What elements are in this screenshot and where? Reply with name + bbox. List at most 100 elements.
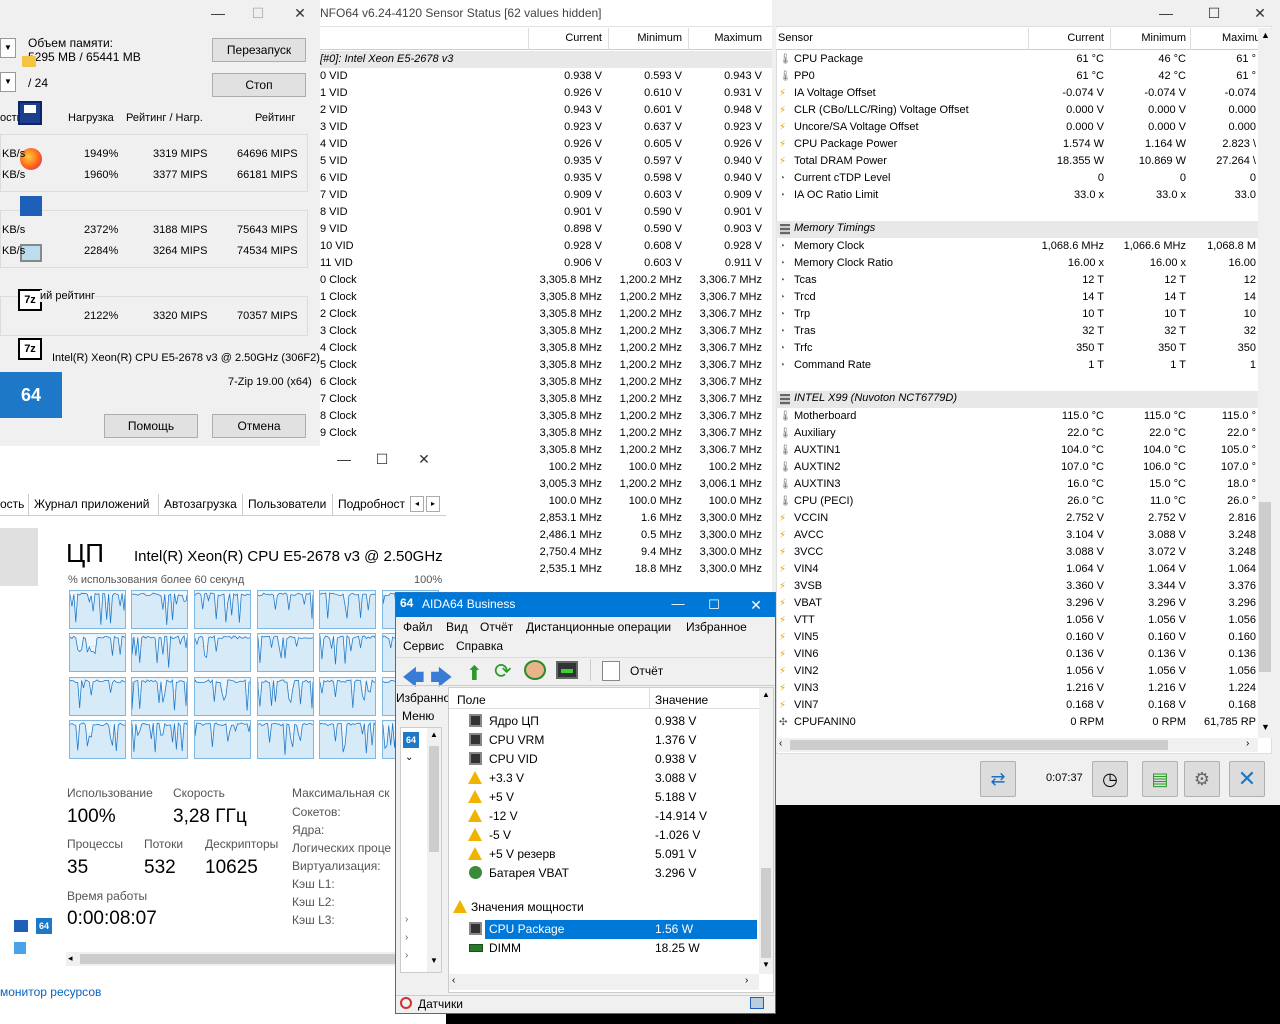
sensor-row[interactable]: 8 VID 0.901 V 0.590 V 0.901 V xyxy=(318,204,773,221)
sensor-row[interactable]: ⚡ VIN3 1.216 V 1.216 V 1.224 xyxy=(776,680,1258,697)
menu-favorites[interactable]: Избранное xyxy=(686,620,747,634)
close-button-tm[interactable]: ✕ xyxy=(402,446,446,472)
sensor-row[interactable]: ⚡ Total DRAM Power 18.355 W 10.869 W 27.264 … xyxy=(776,153,1258,170)
aida-taskbar-icon[interactable]: 64 xyxy=(0,372,62,418)
menu-report[interactable]: Отчёт xyxy=(480,620,513,634)
tm-horizontal-scrollbar[interactable]: ◂ xyxy=(66,952,396,966)
sensor-row[interactable]: ⚡ VTT 1.056 V 1.056 V 1.056 xyxy=(776,612,1258,629)
sensor-row[interactable]: 8 Clock 3,305.8 MHz 1,200.2 MHz 3,306.7 MHz xyxy=(318,408,773,425)
sensor-row[interactable]: ◔ Trfc 350 T 350 T 350 xyxy=(776,340,1258,357)
maximize-button-tm[interactable]: ☐ xyxy=(360,446,404,472)
menu-remote[interactable]: Дистанционные операции xyxy=(526,620,671,634)
close-button-aida[interactable]: ✕ xyxy=(738,593,774,617)
aida-row[interactable]: -12 V -14.914 V xyxy=(449,807,757,826)
report-button[interactable]: Отчёт xyxy=(630,664,663,678)
help-button[interactable]: Помощь xyxy=(104,414,198,438)
tree-item-2[interactable]: › xyxy=(405,932,408,943)
dictionary-select[interactable]: ▼ xyxy=(0,38,16,58)
minimize-button-aida[interactable]: — xyxy=(660,593,696,617)
sensor-group[interactable]: INTEL X99 (Nuvoton NCT6779D) xyxy=(776,391,1258,408)
tm-sidebar-icon-2[interactable] xyxy=(14,942,26,954)
col-current[interactable]: Current xyxy=(530,32,602,44)
sensor-row[interactable]: ⚡ AVCC 3.104 V 3.088 V 3.248 xyxy=(776,527,1258,544)
tree-scrollbar[interactable]: ▲ ▼ xyxy=(427,728,441,972)
sensor-row[interactable]: 9 Clock 3,305.8 MHz 1,200.2 MHz 3,306.7 MHz xyxy=(318,425,773,442)
sensor-row[interactable]: 7 Clock 3,305.8 MHz 1,200.2 MHz 3,306.7 MHz xyxy=(318,391,773,408)
sensor-row[interactable]: ⚡ 3VCC 3.088 V 3.072 V 3.248 xyxy=(776,544,1258,561)
sensor-row[interactable]: 3 VID 0.923 V 0.637 V 0.923 V xyxy=(318,119,773,136)
aida-row[interactable]: Ядро ЦП 0.938 V xyxy=(449,712,757,731)
aida-list-hscrollbar[interactable]: ‹ › xyxy=(449,974,759,990)
menu-view[interactable]: Вид xyxy=(446,620,468,634)
sensor-row[interactable]: 10 VID 0.928 V 0.608 V 0.928 V xyxy=(318,238,773,255)
menu-tab[interactable]: Меню xyxy=(402,709,434,723)
aida-row[interactable]: +3.3 V 3.088 V xyxy=(449,769,757,788)
vertical-scrollbar[interactable]: ▲ ▼ xyxy=(1258,28,1272,738)
threads-select[interactable]: ▼ xyxy=(0,72,16,92)
aida-row[interactable]: -5 V -1.026 V xyxy=(449,826,757,845)
sensor-row[interactable]: ⚡ 3VSB 3.360 V 3.344 V 3.376 xyxy=(776,578,1258,595)
sensor-group[interactable]: Memory Timings xyxy=(776,221,1258,238)
aida-row[interactable]: CPU VID 0.938 V xyxy=(449,750,757,769)
add-report-icon[interactable]: ▤ xyxy=(1142,761,1178,797)
close-button-7z[interactable]: ✕ xyxy=(278,0,320,26)
clock-icon[interactable]: ◷ xyxy=(1092,761,1128,797)
sensor-row[interactable]: ⚡ VIN4 1.064 V 1.064 V 1.064 xyxy=(776,561,1258,578)
menu-service[interactable]: Сервис xyxy=(403,639,444,653)
sensor-row[interactable]: 🌡 Motherboard 115.0 °C 115.0 °C 115.0 ° xyxy=(776,408,1258,425)
sensor-row[interactable]: ⚡ VIN5 0.160 V 0.160 V 0.160 xyxy=(776,629,1258,646)
sensor-row[interactable]: ◔ Current cTDP Level 0 0 0 xyxy=(776,170,1258,187)
tab-details[interactable]: Подробност xyxy=(338,497,405,511)
restart-button[interactable]: Перезапуск xyxy=(212,38,306,62)
sensor-row[interactable]: 0 Clock 3,305.8 MHz 1,200.2 MHz 3,306.7 MHz xyxy=(318,272,773,289)
tab-scroll-left[interactable]: ◂ xyxy=(410,496,424,512)
sensor-row[interactable]: ⚡ CPU Package Power 1.574 W 1.164 W 2.823 \ xyxy=(776,136,1258,153)
refresh-icon[interactable]: ⟳ xyxy=(494,659,512,684)
sensor-row[interactable]: 🌡 Auxiliary 22.0 °C 22.0 °C 22.0 ° xyxy=(776,425,1258,442)
sensor-row[interactable]: ◔ Memory Clock 1,068.6 MHz 1,066.6 MHz 1,068… xyxy=(776,238,1258,255)
tree-item-3[interactable]: › xyxy=(405,950,408,961)
aida-row[interactable]: +5 V 5.188 V xyxy=(449,788,757,807)
resource-monitor-link[interactable]: монитор ресурсов xyxy=(0,985,101,999)
sensor-row[interactable]: ◔ Trp 10 T 10 T 10 xyxy=(776,306,1258,323)
sensor-row[interactable]: 🌡 AUXTIN1 104.0 °C 104.0 °C 105.0 ° xyxy=(776,442,1258,459)
sensor-row[interactable]: 🌡 PP0 61 °C 42 °C 61 ° xyxy=(776,68,1258,85)
tree-expand-icon[interactable]: ⌄ xyxy=(405,752,413,763)
sensor-row[interactable]: 1 VID 0.926 V 0.610 V 0.931 V xyxy=(318,85,773,102)
menu-file[interactable]: Файл xyxy=(403,620,433,634)
sensor-row[interactable]: 7 VID 0.909 V 0.603 V 0.909 V xyxy=(318,187,773,204)
tm-sidebar-icon-aida[interactable]: 64 xyxy=(36,918,52,934)
menu-help[interactable]: Справка xyxy=(456,639,503,653)
network-icon[interactable]: ⇄ xyxy=(980,761,1016,797)
sensor-row[interactable]: ◔ IA OC Ratio Limit 33.0 x 33.0 x 33.0 xyxy=(776,187,1258,204)
sensor-row[interactable]: 0 VID 0.938 V 0.593 V 0.943 V xyxy=(318,68,773,85)
sensor-row[interactable]: ⚡ VBAT 3.296 V 3.296 V 3.296 xyxy=(776,595,1258,612)
sensor-row[interactable]: ◔ Tcas 12 T 12 T 12 xyxy=(776,272,1258,289)
users-icon[interactable] xyxy=(524,660,546,680)
tab-performance[interactable]: ость xyxy=(0,497,24,511)
tab-scroll-right[interactable]: ▸ xyxy=(426,496,440,512)
maximize-button-7z[interactable]: ☐ xyxy=(236,0,280,26)
sensor-row[interactable]: ⚡ CLR (CBo/LLC/Ring) Voltage Offset 0.000 … xyxy=(776,102,1258,119)
tab-users[interactable]: Пользователи xyxy=(248,497,326,511)
sensor-row[interactable]: 🌡 CPU Package 61 °C 46 °C 61 ° xyxy=(776,51,1258,68)
col-maximum[interactable]: Maximum xyxy=(690,32,762,44)
side-cpu-selected[interactable] xyxy=(0,528,38,586)
sensor-row[interactable]: 🌡 CPU (PECI) 26.0 °C 11.0 °C 26.0 ° xyxy=(776,493,1258,510)
tree-item-1[interactable]: › xyxy=(405,914,408,925)
col-minimum[interactable]: Minimum xyxy=(610,32,682,44)
horizontal-scrollbar[interactable]: ‹ › xyxy=(776,738,1258,752)
sensor-row[interactable]: 2 VID 0.943 V 0.601 V 0.948 V xyxy=(318,102,773,119)
aida-power-row[interactable]: DIMM 18.25 W xyxy=(449,939,757,958)
sensor-row[interactable]: 11 VID 0.906 V 0.603 V 0.911 V xyxy=(318,255,773,272)
sensor-row[interactable]: 4 VID 0.926 V 0.605 V 0.926 V xyxy=(318,136,773,153)
sensor-row[interactable]: ⚡ VIN6 0.136 V 0.136 V 0.136 xyxy=(776,646,1258,663)
sensor-row[interactable]: 6 Clock 3,305.8 MHz 1,200.2 MHz 3,306.7 MHz xyxy=(318,374,773,391)
monitor-chart-icon[interactable] xyxy=(556,661,578,679)
sensor-row[interactable]: ⚡ VIN2 1.056 V 1.056 V 1.056 xyxy=(776,663,1258,680)
sensor-row[interactable]: ◔ Memory Clock Ratio 16.00 x 16.00 x 16.00 xyxy=(776,255,1258,272)
sensor-row[interactable]: ◔ Trcd 14 T 14 T 14 xyxy=(776,289,1258,306)
aida-list-scrollbar[interactable]: ▲ ▼ xyxy=(759,688,773,974)
sensor-row[interactable]: ⚡ VCCIN 2.752 V 2.752 V 2.816 xyxy=(776,510,1258,527)
sensor-row[interactable]: ◔ Command Rate 1 T 1 T 1 xyxy=(776,357,1258,374)
